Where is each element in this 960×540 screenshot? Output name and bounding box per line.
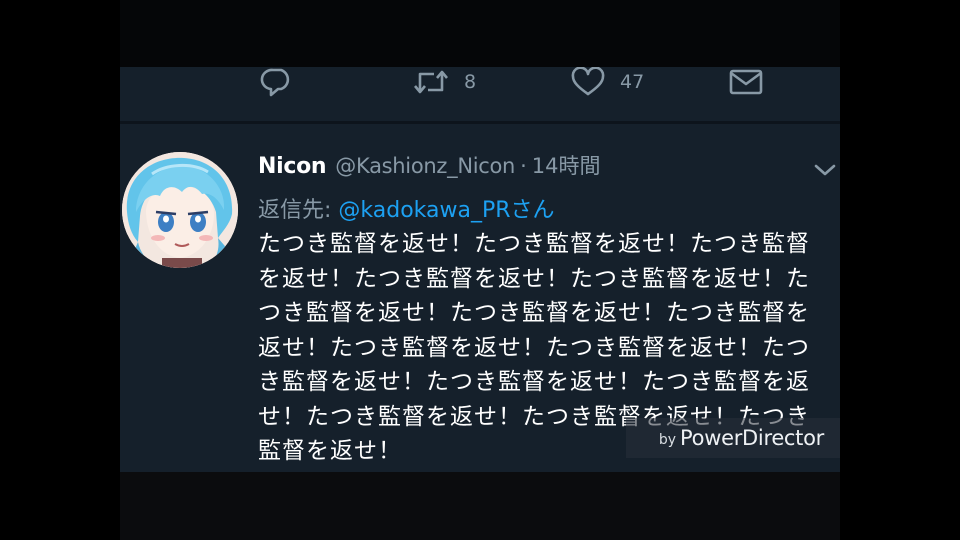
direct-message-button[interactable] — [728, 67, 764, 97]
tweet-menu-button[interactable] — [813, 162, 837, 178]
envelope-icon — [728, 67, 764, 97]
tweet-header: Nicon @Kashionz_Nicon · 14時間 — [258, 150, 601, 186]
user-handle[interactable]: @Kashionz_Nicon — [335, 154, 515, 178]
reply-icon — [260, 67, 294, 97]
chevron-down-icon — [813, 163, 837, 182]
reply-to-link[interactable]: @kadokawa_PRさん — [338, 198, 554, 223]
retweet-count: 8 — [464, 71, 477, 93]
watermark-by: by — [658, 432, 677, 448]
letterbox-top — [120, 0, 840, 67]
avatar[interactable] — [122, 152, 238, 268]
like-count: 47 — [620, 71, 645, 93]
twitter-timeline: 8 47 Nicon @Kashionz_Nicon · 14時間 返信先: @… — [120, 67, 840, 472]
video-frame: 8 47 Nicon @Kashionz_Nicon · 14時間 返信先: @… — [0, 0, 960, 540]
letterbox-bottom — [120, 472, 840, 540]
watermark-name: PowerDirector — [680, 426, 824, 450]
reply-label: 返信先: — [258, 198, 339, 223]
tweet-divider — [120, 121, 840, 124]
heart-icon — [570, 67, 606, 97]
retweet-icon — [412, 67, 450, 97]
display-name[interactable]: Nicon — [258, 154, 327, 179]
reply-button[interactable] — [260, 67, 294, 97]
header-separator: · — [520, 154, 527, 178]
reply-context: 返信先: @kadokawa_PRさん — [258, 192, 555, 224]
retweet-button[interactable]: 8 — [412, 67, 476, 97]
previous-tweet-action-bar: 8 47 — [120, 67, 840, 119]
powerdirector-watermark: by PowerDirector — [626, 418, 840, 458]
like-button[interactable]: 47 — [570, 67, 644, 97]
tweet-timestamp[interactable]: 14時間 — [532, 150, 601, 180]
